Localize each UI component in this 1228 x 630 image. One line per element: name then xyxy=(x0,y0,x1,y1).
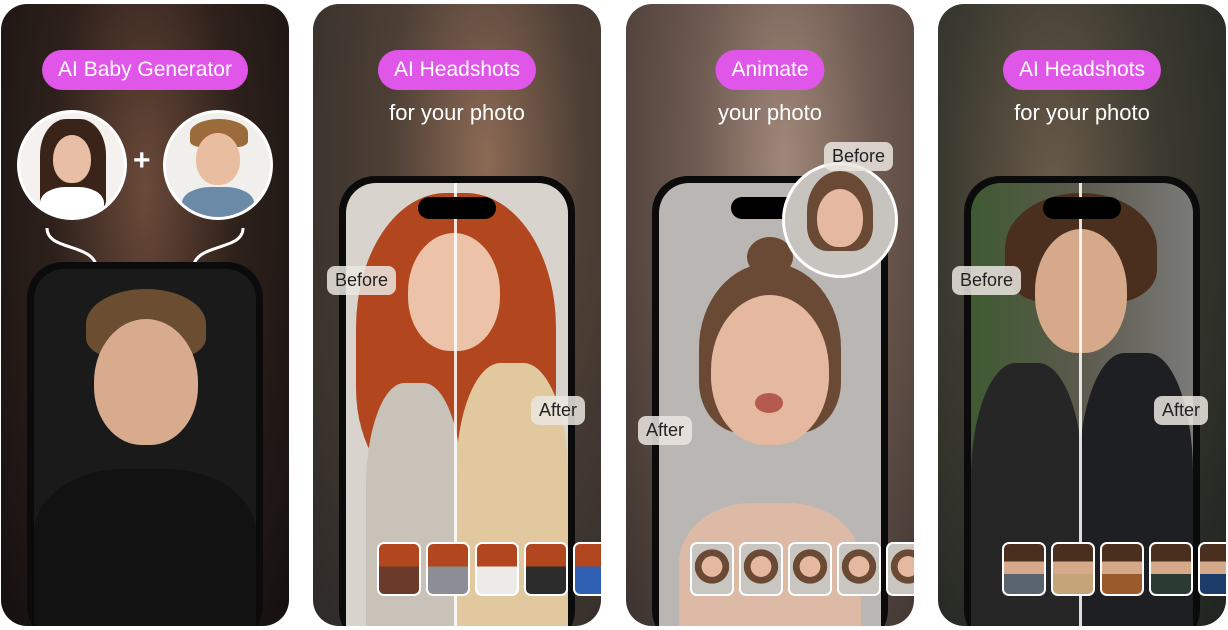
promo-card-ai-headshots-man[interactable]: AI Headshots for your photo Before After xyxy=(938,4,1226,626)
style-thumbnail[interactable] xyxy=(377,542,421,596)
style-thumbnail[interactable] xyxy=(788,542,832,596)
style-thumbnail[interactable] xyxy=(1002,542,1046,596)
dynamic-island xyxy=(1043,197,1121,219)
subtitle: for your photo xyxy=(389,100,525,125)
style-thumbnail[interactable] xyxy=(690,542,734,596)
animated-woman-portrait xyxy=(711,295,829,445)
style-thumbnail[interactable] xyxy=(475,542,519,596)
style-thumbnail[interactable] xyxy=(1051,542,1095,596)
promo-card-baby-generator[interactable]: AI Baby Generator + xyxy=(1,4,289,626)
phone-screen xyxy=(34,269,256,626)
style-thumbnails xyxy=(377,542,601,596)
promo-card-ai-headshots[interactable]: AI Headshots for your photo Before After xyxy=(313,4,601,626)
mother-photo xyxy=(17,110,127,220)
plus-icon: + xyxy=(133,144,151,177)
child-portrait xyxy=(94,319,198,445)
style-thumbnails xyxy=(1002,542,1226,596)
before-photo xyxy=(782,162,898,278)
subtitle: for your photo xyxy=(1014,100,1150,125)
style-thumbnail[interactable] xyxy=(837,542,881,596)
style-thumbnails xyxy=(690,542,914,596)
style-thumbnail[interactable] xyxy=(573,542,601,596)
badge-ai-headshots: AI Headshots xyxy=(1002,50,1162,90)
before-label: Before xyxy=(952,266,1022,295)
badge-ai-headshots: AI Headshots xyxy=(377,50,537,90)
after-label: After xyxy=(1154,396,1209,425)
style-thumbnail[interactable] xyxy=(524,542,568,596)
after-label: After xyxy=(638,416,693,445)
father-photo xyxy=(163,110,273,220)
before-label: Before xyxy=(824,142,894,171)
after-label: After xyxy=(531,396,586,425)
style-thumbnail[interactable] xyxy=(1198,542,1226,596)
promo-card-animate[interactable]: Animate your photo Before After xyxy=(626,4,914,626)
before-label: Before xyxy=(327,266,397,295)
badge-ai-baby-generator: AI Baby Generator xyxy=(42,50,248,90)
dynamic-island xyxy=(418,197,496,219)
style-thumbnail[interactable] xyxy=(426,542,470,596)
style-thumbnail[interactable] xyxy=(739,542,783,596)
style-thumbnail[interactable] xyxy=(886,542,914,596)
style-thumbnail[interactable] xyxy=(1100,542,1144,596)
phone-frame xyxy=(27,262,263,626)
badge-animate: Animate xyxy=(715,50,825,90)
subtitle: your photo xyxy=(718,100,822,125)
style-thumbnail[interactable] xyxy=(1149,542,1193,596)
